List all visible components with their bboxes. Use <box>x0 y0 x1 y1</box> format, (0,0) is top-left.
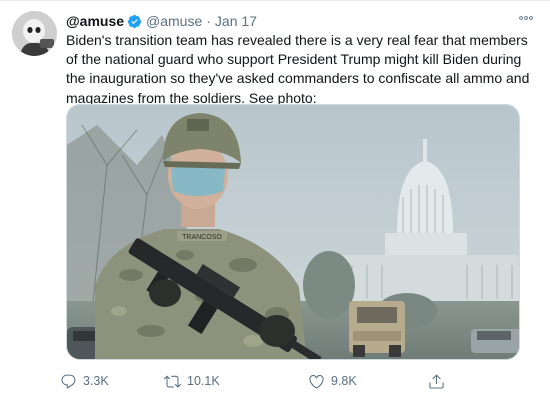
share-button[interactable] <box>428 371 451 391</box>
tweet-header: @amuse @amuse · Jan 17 <box>66 12 257 30</box>
tweet-date[interactable]: Jan 17 <box>215 13 257 29</box>
tweet[interactable]: @amuse @amuse · Jan 17 Biden's transitio… <box>0 0 550 405</box>
tweet-text: Biden's transition team has revealed the… <box>66 32 530 106</box>
tweet-photo[interactable]: TRANCOSO <box>66 104 520 360</box>
verified-badge-icon <box>127 14 142 29</box>
retweet-button[interactable]: 10.1K <box>164 371 220 391</box>
heart-icon <box>309 374 324 388</box>
retweet-count: 10.1K <box>187 374 220 388</box>
avatar[interactable] <box>12 11 57 56</box>
name-tape-label: TRANCOSO <box>182 234 222 241</box>
like-count: 9.8K <box>331 374 357 388</box>
retweet-icon <box>164 375 181 387</box>
like-button[interactable]: 9.8K <box>308 371 357 391</box>
handle[interactable]: @amuse <box>146 13 202 29</box>
reply-button[interactable]: 3.3K <box>60 371 109 391</box>
tweet-actions: 3.3K 10.1K 9.8K <box>60 371 460 391</box>
more-options-icon[interactable] <box>516 11 536 25</box>
share-icon <box>429 374 444 389</box>
display-name[interactable]: @amuse <box>66 13 124 29</box>
header-separator: · <box>206 13 211 29</box>
reply-icon <box>61 374 76 389</box>
reply-count: 3.3K <box>83 374 109 388</box>
